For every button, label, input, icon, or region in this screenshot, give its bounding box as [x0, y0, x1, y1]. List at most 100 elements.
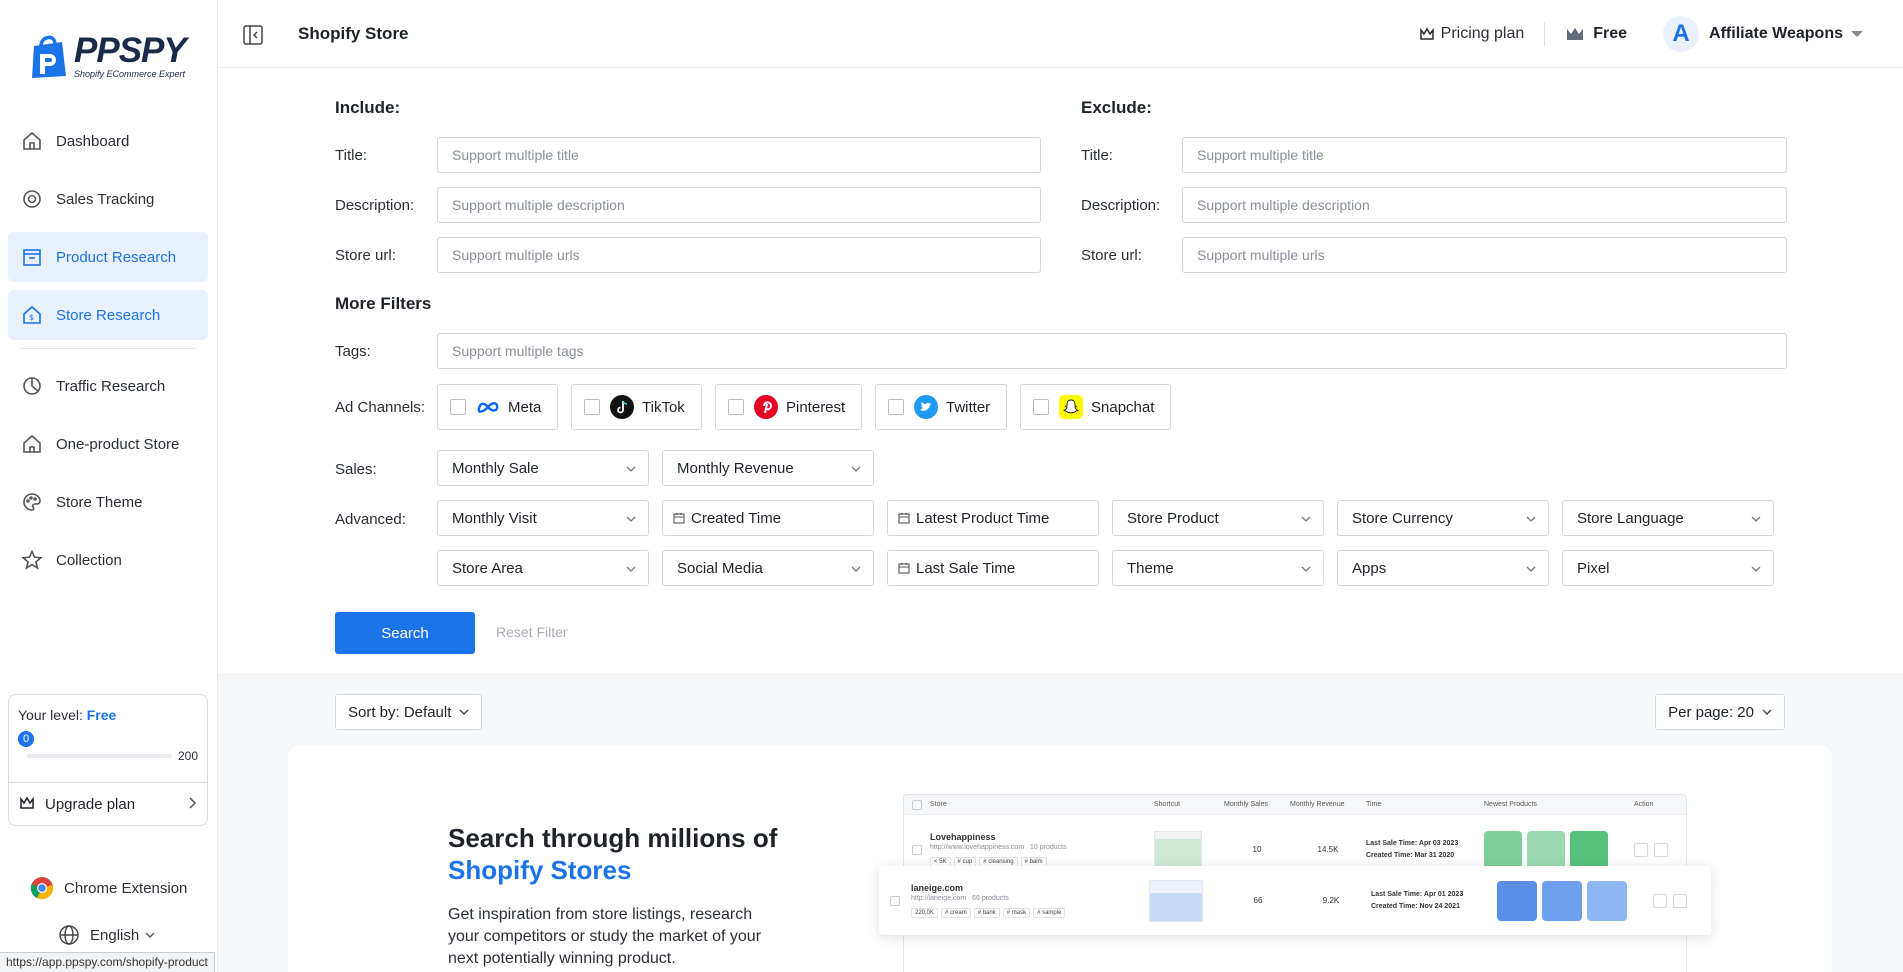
- sidebar-item-sales-tracking[interactable]: Sales Tracking: [8, 174, 208, 224]
- sidebar-item-store-research[interactable]: $ Store Research: [8, 290, 208, 340]
- theme-select[interactable]: Theme: [1112, 550, 1324, 586]
- chevron-down-icon: [626, 510, 636, 527]
- product-thumbnail: [1587, 880, 1627, 921]
- header-divider: [1544, 22, 1546, 46]
- ppspy-logo[interactable]: PPSPY Shopify ECommerce Expert: [26, 32, 187, 80]
- checkbox[interactable]: [728, 399, 744, 415]
- channel-twitter-checkbox[interactable]: Twitter: [875, 384, 1008, 430]
- include-store-url-input[interactable]: [437, 237, 1041, 273]
- channel-label: Meta: [508, 398, 542, 416]
- page-title: Shopify Store: [298, 24, 409, 43]
- calendar-icon: [898, 512, 910, 524]
- sidebar-item-label: Collection: [56, 551, 122, 569]
- twitter-icon: [914, 395, 938, 419]
- preview-col-action: Action: [1634, 801, 1654, 808]
- sidebar-item-collection[interactable]: Collection: [8, 535, 208, 585]
- pixel-select[interactable]: Pixel: [1562, 550, 1774, 586]
- chevron-down-icon: [459, 708, 469, 716]
- calendar-icon: [673, 512, 685, 524]
- sidebar-item-label: Store Research: [56, 306, 161, 324]
- sidebar-item-product-research[interactable]: Product Research: [8, 232, 208, 282]
- checkbox[interactable]: [888, 399, 904, 415]
- channel-snapchat-checkbox[interactable]: Snapchat: [1020, 384, 1172, 430]
- include-store-url-label: Store url:: [335, 247, 396, 264]
- include-title-label: Title:: [335, 147, 367, 164]
- upgrade-plan-button[interactable]: Upgrade plan: [9, 783, 207, 826]
- status-bar-url: https://app.ppspy.com/shopify-product: [0, 952, 215, 972]
- username: Affiliate Weapons: [1709, 25, 1843, 42]
- sidebar-item-store-theme[interactable]: Store Theme: [8, 477, 208, 527]
- preview-row-highlighted: laneige.com http://laneige.com 66 produc…: [879, 866, 1711, 936]
- search-button[interactable]: Search: [335, 612, 475, 654]
- checkbox: [890, 895, 900, 906]
- store-area-select[interactable]: Store Area: [437, 550, 649, 586]
- channel-pinterest-checkbox[interactable]: Pinterest: [715, 384, 863, 430]
- exclude-title-input[interactable]: [1182, 137, 1787, 173]
- checkbox[interactable]: [1033, 399, 1049, 415]
- chevron-down-icon: [1751, 510, 1761, 527]
- exclude-store-url-input[interactable]: [1182, 237, 1787, 273]
- language-selector[interactable]: English: [58, 924, 155, 946]
- tags-label: Tags:: [335, 343, 371, 360]
- preview-last-sale-time: Last Sale Time: Apr 01 2023: [1371, 890, 1464, 898]
- sidebar-item-one-product-store[interactable]: One-product Store: [8, 419, 208, 469]
- per-page-select[interactable]: Per page: 20: [1655, 694, 1785, 730]
- star-icon: [20, 548, 44, 572]
- collapse-sidebar-icon[interactable]: [242, 24, 264, 46]
- created-time-picker[interactable]: Created Time: [662, 500, 874, 536]
- sort-select[interactable]: Sort by: Default: [335, 694, 483, 730]
- pricing-plan-link[interactable]: Pricing plan: [1419, 25, 1524, 43]
- chevron-down-icon: [1301, 510, 1311, 527]
- checkbox[interactable]: [450, 399, 466, 415]
- sidebar-item-label: Sales Tracking: [56, 190, 155, 208]
- channel-meta-checkbox[interactable]: Meta: [437, 384, 559, 430]
- exclude-description-input[interactable]: [1182, 187, 1787, 223]
- monthly-revenue-select[interactable]: Monthly Revenue: [662, 450, 874, 486]
- include-title: Include:: [335, 98, 401, 117]
- sidebar-item-label: Traffic Research: [56, 377, 166, 395]
- exclude-store-url-label: Store url:: [1081, 247, 1142, 264]
- sidebar-item-label: Dashboard: [56, 132, 130, 150]
- monthly-sale-select[interactable]: Monthly Sale: [437, 450, 649, 486]
- checkbox[interactable]: [584, 399, 600, 415]
- last-sale-time-picker[interactable]: Last Sale Time: [887, 550, 1099, 586]
- social-media-select[interactable]: Social Media: [662, 550, 874, 586]
- house-icon: [20, 432, 44, 456]
- store-currency-select[interactable]: Store Currency: [1337, 500, 1549, 536]
- preview-product-count: 66 products: [972, 895, 1009, 902]
- exclude-title-label: Title:: [1081, 147, 1113, 164]
- latest-product-time-picker[interactable]: Latest Product Time: [887, 500, 1099, 536]
- monthly-visit-select[interactable]: Monthly Visit: [437, 500, 649, 536]
- pie-icon: [20, 374, 44, 398]
- level-max: 200: [177, 749, 198, 763]
- store-product-select[interactable]: Store Product: [1112, 500, 1324, 536]
- sidebar-item-label: Product Research: [56, 248, 177, 266]
- preview-store-url: http://www.lovehappiness.com: [930, 844, 1025, 851]
- product-thumbnail: [1484, 830, 1522, 869]
- chevron-down-icon: [1762, 708, 1772, 716]
- tiktok-icon: [610, 395, 634, 419]
- store-language-select[interactable]: Store Language: [1562, 500, 1774, 536]
- include-description-input[interactable]: [437, 187, 1041, 223]
- preview-store-name: Lovehappiness: [930, 832, 996, 842]
- crown-icon: [19, 795, 35, 815]
- include-title-input[interactable]: [437, 137, 1041, 173]
- reset-filter-button[interactable]: Reset Filter: [496, 624, 568, 640]
- tags-input[interactable]: [437, 333, 1787, 369]
- sidebar-item-traffic-research[interactable]: Traffic Research: [8, 361, 208, 411]
- exclude-description-label: Description:: [1081, 197, 1161, 214]
- upgrade-plan-label: Upgrade plan: [45, 796, 136, 813]
- sidebar-item-dashboard[interactable]: Dashboard: [8, 116, 208, 166]
- chrome-extension-link[interactable]: Chrome Extension: [30, 876, 187, 900]
- apps-select[interactable]: Apps: [1337, 550, 1549, 586]
- channel-label: Pinterest: [786, 398, 846, 416]
- select-label: Last Sale Time: [916, 559, 1016, 577]
- box-icon: [20, 245, 44, 269]
- svg-text:$: $: [29, 313, 34, 322]
- channel-tiktok-checkbox[interactable]: TikTok: [571, 384, 702, 430]
- home-icon: [20, 129, 44, 153]
- promo-text: Get inspiration from store listings, res…: [448, 906, 762, 967]
- promo-heading-highlight: Shopify Stores: [448, 855, 632, 885]
- select-label: Store Product: [1127, 509, 1219, 527]
- user-menu[interactable]: A Affiliate Weapons: [1663, 16, 1863, 52]
